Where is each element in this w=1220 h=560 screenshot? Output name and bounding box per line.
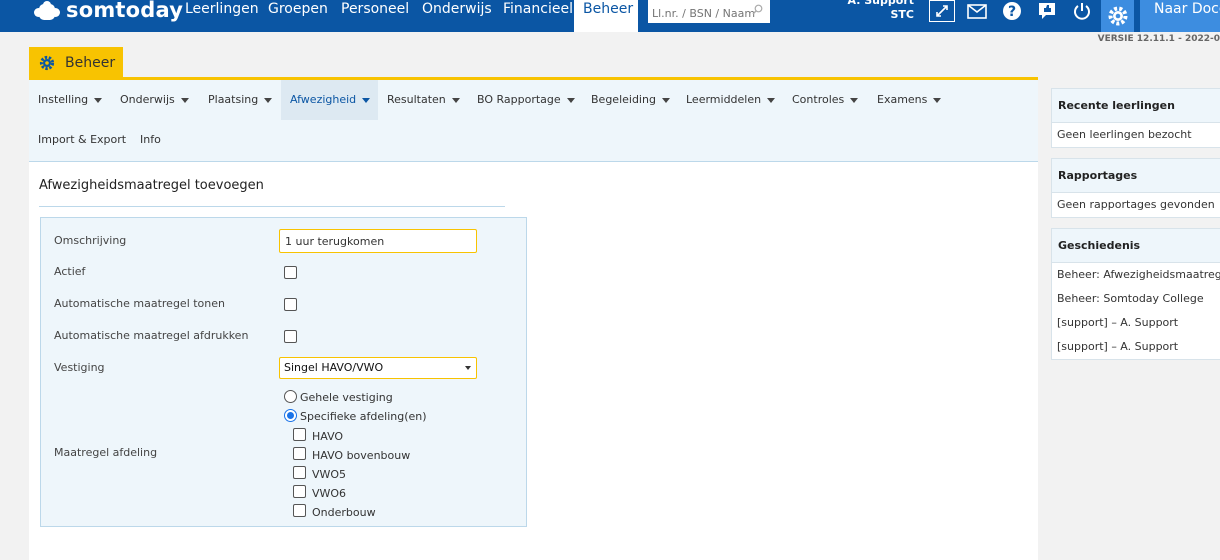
submenu-plaatsing[interactable]: Plaatsing	[199, 80, 281, 120]
vestiging-value: Singel HAVO/VWO	[284, 361, 384, 374]
power-icon[interactable]	[1069, 0, 1095, 22]
actief-label: Actief	[54, 265, 86, 278]
widget-title: Recente leerlingen	[1052, 89, 1220, 123]
afdeling-label-havo-bovenbouw: HAVO bovenbouw	[312, 449, 411, 462]
chevron-down-icon	[180, 97, 189, 103]
chevron-down-icon	[465, 366, 471, 370]
afdeling-label-vwo6: VWO6	[312, 487, 347, 500]
afdeling-label-onderbouw: Onderbouw	[312, 506, 376, 519]
nav-personeel[interactable]: Personeel	[332, 0, 418, 32]
somtoday-logo[interactable]: somtoday	[34, 0, 183, 24]
chevron-down-icon	[661, 97, 670, 103]
widget-title: Rapportages	[1052, 159, 1220, 193]
radio-specifieke-afdelingen[interactable]	[284, 409, 297, 422]
module-tab-label: Beheer	[65, 54, 116, 71]
nav-financieel[interactable]: Financieel	[494, 0, 582, 32]
nav-leerlingen[interactable]: Leerlingen	[176, 0, 268, 32]
feedback-icon[interactable]	[1034, 0, 1060, 22]
rapportages-widget: Rapportages Geen rapportages gevonden	[1051, 158, 1220, 218]
help-icon[interactable]: ?	[999, 0, 1025, 22]
mail-icon[interactable]	[964, 0, 990, 22]
submenu-import-export[interactable]: Import & Export	[29, 120, 135, 160]
nav-groepen[interactable]: Groepen	[259, 0, 337, 32]
auto-afdrukken-checkbox[interactable]	[284, 330, 297, 343]
radio-specifieke-afdelingen-label: Specifieke afdeling(en)	[300, 410, 427, 423]
afdeling-label-havo: HAVO	[312, 430, 344, 443]
geschiedenis-widget: Geschiedenis Beheer: Afwezigheidsmaatreg…	[1051, 228, 1220, 360]
top-navigation-bar: somtoday Leerlingen Groepen Personeel On…	[0, 0, 1220, 32]
title-divider	[39, 206, 505, 207]
gear-icon	[39, 55, 55, 70]
svg-text:?: ?	[1008, 4, 1016, 20]
naar-docent-button[interactable]: Naar Docent	[1140, 0, 1220, 32]
vestiging-label: Vestiging	[54, 361, 105, 374]
maatregel-afdeling-label: Maatregel afdeling	[54, 446, 158, 459]
vestiging-select[interactable]: Singel HAVO/VWO	[279, 357, 477, 379]
history-link[interactable]: Beheer: Afwezigheidsmaatregelen	[1052, 263, 1220, 287]
user-info[interactable]: A. Support STC	[848, 0, 914, 22]
main-panel: Instelling Onderwijs Plaatsing Afwezighe…	[29, 80, 1038, 560]
afdeling-checkbox-vwo5[interactable]	[293, 466, 306, 479]
chevron-down-icon	[566, 97, 575, 103]
omschrijving-label: Omschrijving	[54, 234, 127, 247]
afdeling-checkbox-onderbouw[interactable]	[293, 504, 306, 517]
chevron-down-icon	[94, 97, 103, 103]
expand-icon[interactable]	[929, 0, 955, 22]
chevron-down-icon	[362, 97, 371, 103]
chevron-down-icon	[451, 97, 460, 103]
nav-onderwijs[interactable]: Onderwijs	[413, 0, 501, 32]
logo-text: somtoday	[66, 0, 184, 22]
module-tab-beheer[interactable]: Beheer	[29, 47, 123, 78]
afdeling-checkbox-havo-bovenbouw[interactable]	[293, 447, 306, 460]
omschrijving-input[interactable]	[279, 229, 477, 253]
afdeling-label-vwo5: VWO5	[312, 468, 347, 481]
submenu-bo-rapportage[interactable]: BO Rapportage	[468, 80, 584, 120]
history-link[interactable]: [support] – A. Support	[1052, 335, 1220, 359]
somtoday-logo-icon	[34, 1, 60, 23]
widget-title: Geschiedenis	[1052, 229, 1220, 263]
chevron-down-icon	[767, 97, 776, 103]
user-org: STC	[890, 8, 915, 21]
submenu-onderwijs[interactable]: Onderwijs	[111, 80, 198, 120]
widget-empty-text: Geen leerlingen bezocht	[1057, 128, 1192, 141]
history-link[interactable]: Beheer: Somtoday College	[1052, 287, 1220, 311]
submenu-resultaten[interactable]: Resultaten	[378, 80, 469, 120]
chevron-down-icon	[264, 97, 273, 103]
auto-tonen-label: Automatische maatregel tonen	[54, 297, 225, 310]
submenu-leermiddelen[interactable]: Leermiddelen	[677, 80, 784, 120]
submenu-controles[interactable]: Controles	[783, 80, 867, 120]
actief-checkbox[interactable]	[284, 266, 297, 279]
chevron-down-icon	[933, 97, 942, 103]
auto-afdrukken-label: Automatische maatregel afdrukken	[54, 329, 249, 342]
submenu-afwezigheid[interactable]: Afwezigheid	[281, 80, 378, 120]
submenu-examens[interactable]: Examens	[868, 80, 950, 120]
gear-icon[interactable]	[1101, 0, 1134, 32]
submenu-begeleiding[interactable]: Begeleiding	[582, 80, 679, 120]
submenu-instelling[interactable]: Instelling	[29, 80, 111, 120]
user-name: A. Support	[847, 0, 914, 7]
history-link[interactable]: [support] – A. Support	[1052, 311, 1220, 335]
widget-empty-text: Geen rapportages gevonden	[1057, 198, 1215, 211]
radio-gehele-vestiging[interactable]	[284, 390, 297, 403]
version-label: VERSIE 12.11.1 - 2022-0	[1097, 34, 1220, 44]
afdeling-checkbox-havo[interactable]	[293, 428, 306, 441]
search-icon[interactable]	[752, 4, 763, 15]
submenu-info[interactable]: Info	[131, 120, 170, 160]
afdeling-checkbox-vwo6[interactable]	[293, 485, 306, 498]
submenu: Instelling Onderwijs Plaatsing Afwezighe…	[29, 80, 1038, 162]
chevron-down-icon	[850, 97, 859, 103]
page-title: Afwezigheidsmaatregel toevoegen	[39, 178, 264, 193]
nav-beheer[interactable]: Beheer	[574, 0, 638, 32]
maatregel-form: Omschrijving Actief Automatische maatreg…	[40, 217, 527, 527]
recente-leerlingen-widget: Recente leerlingen Geen leerlingen bezoc…	[1051, 88, 1220, 148]
auto-tonen-checkbox[interactable]	[284, 298, 297, 311]
radio-gehele-vestiging-label: Gehele vestiging	[300, 391, 393, 404]
